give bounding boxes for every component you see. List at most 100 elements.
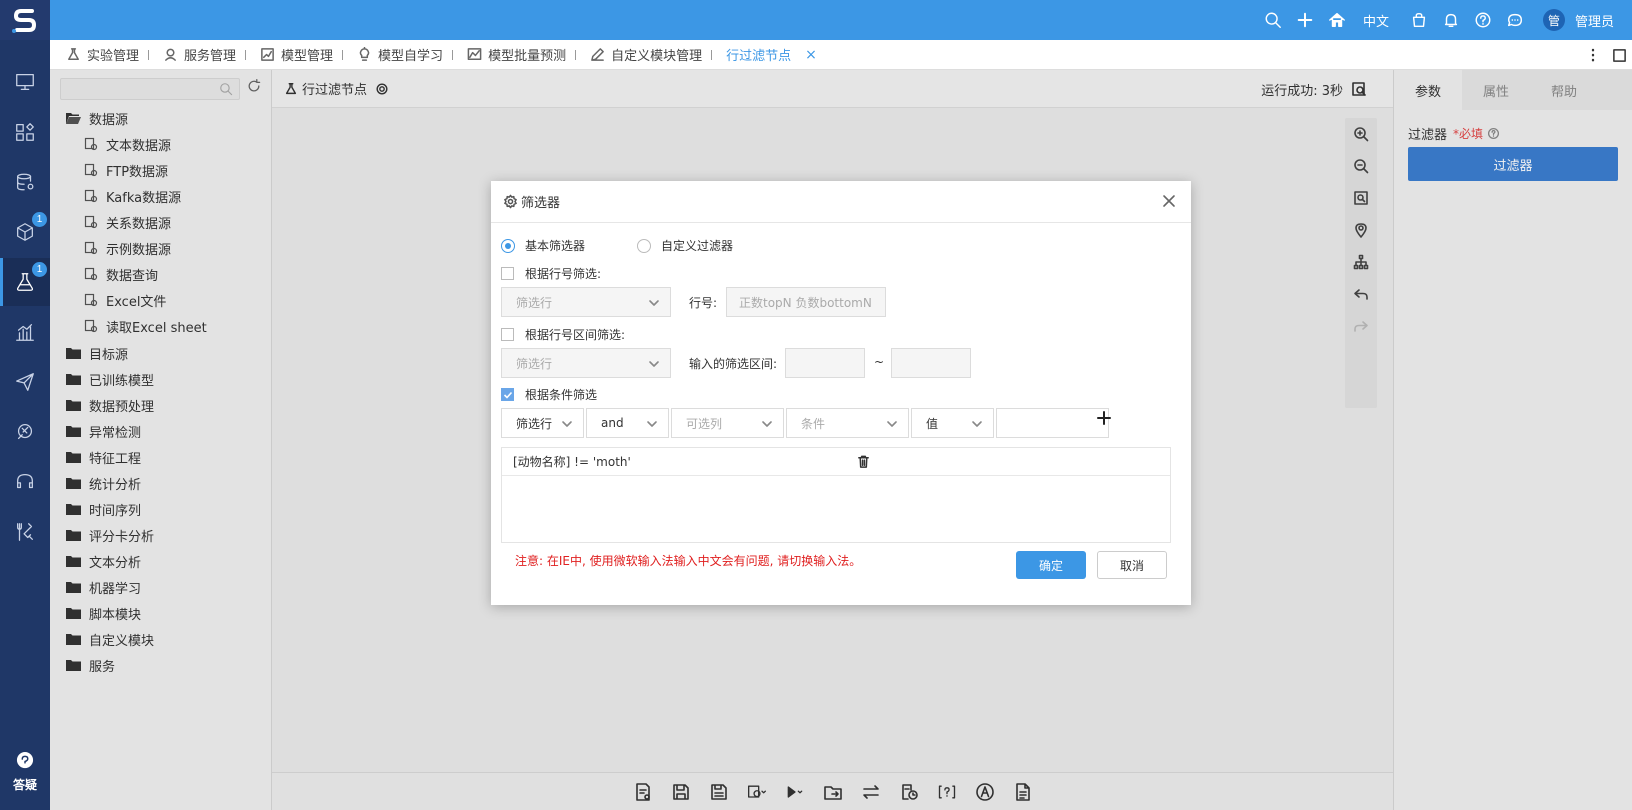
by-range-row: 根据行号区间筛选: <box>501 326 625 343</box>
username[interactable]: 管理员 <box>1575 11 1614 30</box>
badge: 1 <box>32 212 47 227</box>
chevron-down-icon <box>649 300 659 306</box>
by-condition-checkbox[interactable] <box>501 388 514 401</box>
row-no-input[interactable]: 正数topN 负数bottomN <box>726 287 886 317</box>
tab-self-learning[interactable]: 模型自学习 <box>341 40 454 70</box>
tab-model[interactable]: 模型管理 <box>244 40 344 70</box>
avatar[interactable]: 管 <box>1542 9 1565 31</box>
search-icon[interactable] <box>1257 0 1289 40</box>
select-value: 可选列 <box>686 416 723 431</box>
radio-basic-label: 基本筛选器 <box>525 239 586 253</box>
select-value: and <box>601 416 624 430</box>
add-condition-icon[interactable] <box>1095 409 1113 427</box>
chevron-down-icon <box>649 361 659 367</box>
radio-custom-filter[interactable] <box>637 238 652 253</box>
badge: 1 <box>32 262 47 277</box>
tools-icon[interactable] <box>0 508 50 556</box>
tab-label: 自定义模块管理 <box>611 49 703 64</box>
pen-icon <box>591 48 604 61</box>
by-range-checkbox[interactable] <box>501 328 514 341</box>
by-row-label: 根据行号筛选: <box>525 267 602 281</box>
bell-icon[interactable] <box>1435 0 1467 40</box>
cond-column-select[interactable]: 可选列 <box>671 408 784 438</box>
experiment-icon[interactable]: 1 <box>0 258 50 306</box>
chevron-down-icon <box>562 421 572 427</box>
range-filter-select[interactable]: 筛选行 <box>501 348 671 378</box>
top-bar: 中文 管 管理员 <box>0 0 1632 40</box>
paper-plane-icon[interactable] <box>0 358 50 406</box>
tab-experiment[interactable]: 实验管理 <box>50 40 150 70</box>
cond-operator-select[interactable]: 条件 <box>786 408 909 438</box>
by-row-checkbox[interactable] <box>501 267 514 280</box>
cond-filter-select[interactable]: 筛选行 <box>501 408 584 438</box>
filter-type-group: 基本筛选器 自定义过滤器 <box>501 237 733 254</box>
tab-close-icon[interactable]: × <box>805 47 817 63</box>
gear-icon <box>504 194 517 209</box>
select-value: 筛选行 <box>516 416 553 431</box>
select-value: 筛选行 <box>516 356 553 371</box>
condition-item[interactable]: [动物名称] != 'moth' <box>502 448 1170 476</box>
cond-value-type-select[interactable]: 值 <box>911 408 994 438</box>
radio-custom-label: 自定义过滤器 <box>661 239 734 253</box>
select-value: 值 <box>926 416 939 431</box>
range-end-input[interactable] <box>891 348 971 378</box>
cube-icon[interactable]: 1 <box>0 208 50 256</box>
range-start-input[interactable] <box>785 348 865 378</box>
tab-label: 服务管理 <box>184 49 237 64</box>
close-icon[interactable] <box>1161 193 1177 209</box>
database-settings-icon[interactable] <box>0 158 50 206</box>
flask-icon <box>68 48 79 60</box>
radio-basic-filter[interactable] <box>501 238 515 253</box>
tab-row-filter[interactable]: 行过滤节点 × <box>710 40 825 70</box>
by-row-row: 根据行号筛选: <box>501 265 601 282</box>
chevron-down-icon <box>647 421 657 427</box>
cond-value-input[interactable] <box>996 408 1109 438</box>
bar-chart-icon[interactable] <box>0 308 50 356</box>
select-value: 筛选行 <box>516 295 553 310</box>
dialog-header: 筛选器 <box>491 181 1191 223</box>
tab-custom-module[interactable]: 自定义模块管理 <box>574 40 713 70</box>
more-vertical-icon[interactable] <box>1580 40 1606 70</box>
line-chart-icon <box>467 48 482 60</box>
tab-batch-predict[interactable]: 模型批量预测 <box>451 40 577 70</box>
language-switch[interactable]: 中文 <box>1353 11 1403 30</box>
headset-icon[interactable] <box>0 458 50 506</box>
confirm-button[interactable]: 确定 <box>1016 551 1086 579</box>
condition-list: [动物名称] != 'moth' <box>501 447 1171 543</box>
home-icon[interactable] <box>1321 0 1353 40</box>
chevron-down-icon <box>762 421 772 427</box>
help-circle-icon[interactable] <box>1467 0 1499 40</box>
range-separator: ~ <box>874 355 885 369</box>
trash-icon[interactable] <box>856 454 871 469</box>
apps-icon[interactable] <box>0 108 50 156</box>
ie-notice: 注意: 在IE中, 使用微软输入法输入中文会有问题, 请切换输入法。 <box>515 554 862 568</box>
s-logo-icon[interactable] <box>0 0 50 40</box>
by-condition-label: 根据条件筛选 <box>525 388 598 402</box>
by-condition-row: 根据条件筛选 <box>501 386 597 403</box>
bulb-icon <box>359 47 370 61</box>
maximize-icon[interactable] <box>1606 40 1632 70</box>
monitor-icon[interactable] <box>0 58 50 106</box>
row-filter-select[interactable]: 筛选行 <box>501 287 671 317</box>
tab-label: 实验管理 <box>87 49 140 64</box>
range-label: 输入的筛选区间: <box>689 357 778 371</box>
row-no-label: 行号: <box>689 296 718 310</box>
cond-logic-select[interactable]: and <box>586 408 669 438</box>
plus-icon[interactable] <box>1289 0 1321 40</box>
condition-text: [动物名称] != 'moth' <box>513 455 631 469</box>
dialog-title: 筛选器 <box>521 196 561 211</box>
by-range-label: 根据行号区间筛选: <box>525 328 626 342</box>
help-qa[interactable]: 答疑 <box>0 750 50 793</box>
tab-label: 模型批量预测 <box>488 49 567 64</box>
filter-dialog: 筛选器 基本筛选器 自定义过滤器 根据行号筛选: 筛选行 行号: 正数topN … <box>491 181 1191 605</box>
check-icon <box>503 391 512 399</box>
tab-label: 模型自学习 <box>378 49 444 64</box>
bag-icon[interactable] <box>1403 0 1435 40</box>
cancel-button[interactable]: 取消 <box>1097 551 1167 579</box>
model-icon[interactable] <box>0 408 50 456</box>
service-icon <box>165 48 176 61</box>
tab-service[interactable]: 服务管理 <box>147 40 247 70</box>
chart-box-icon <box>261 48 274 61</box>
chevron-down-icon <box>972 421 982 427</box>
chat-icon[interactable] <box>1499 0 1531 40</box>
